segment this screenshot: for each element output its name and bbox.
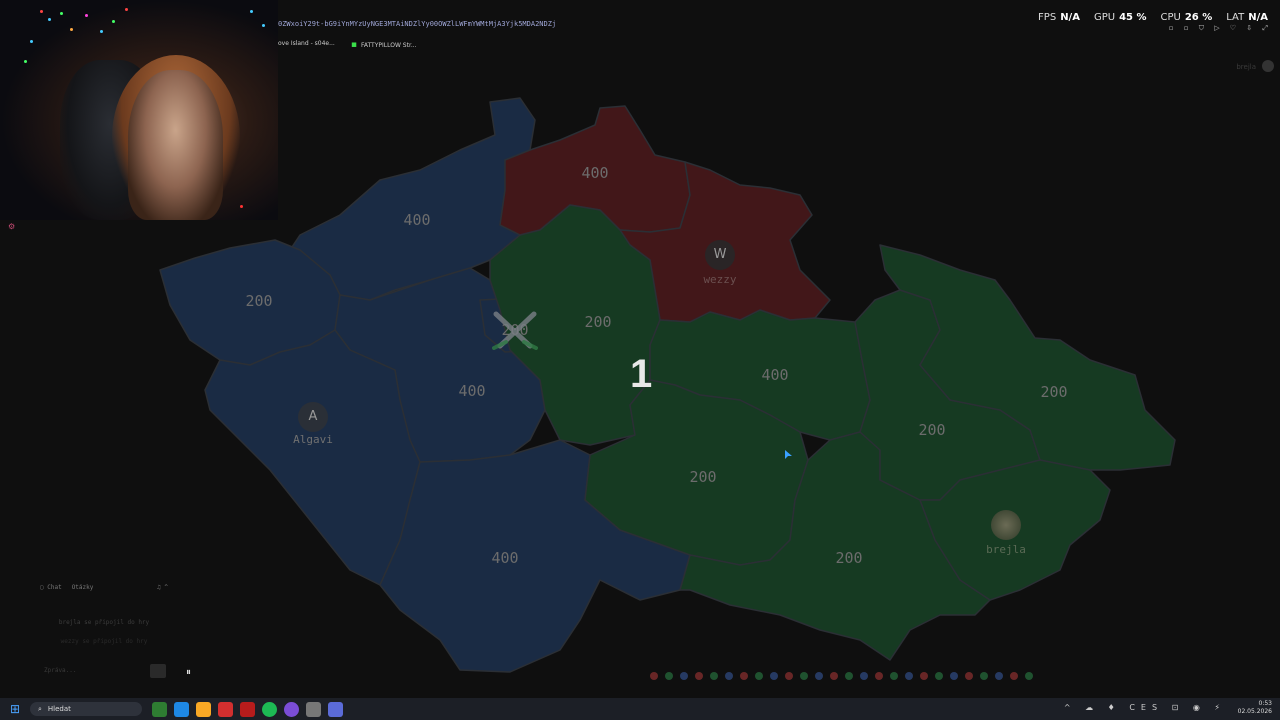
region-value-moravskoslezsky: 200 (1040, 383, 1067, 401)
region-value-praha: 200 (584, 313, 611, 331)
region-value-liberecky: 400 (403, 211, 430, 229)
taskbar-search[interactable]: ⌕ Hledat (30, 702, 142, 716)
player-avatar-brejla[interactable] (991, 510, 1021, 540)
spotify-app-icon[interactable] (262, 701, 277, 717)
player-dot (950, 672, 958, 680)
region-value-olomoucky: 200 (918, 421, 945, 439)
messenger-app-icon[interactable] (284, 701, 299, 717)
start-button-icon[interactable]: ⊞ (0, 702, 30, 716)
crossed-swords-icon (492, 311, 538, 350)
player-dot (650, 672, 658, 680)
player-dot (845, 672, 853, 680)
player-dot (695, 672, 703, 680)
player-dot (905, 672, 913, 680)
player-name-brejla: brejla (986, 543, 1026, 556)
player-dot (740, 672, 748, 680)
clock-date: 02.05.2026 (1237, 708, 1272, 715)
player-dot (830, 672, 838, 680)
player-dot (680, 672, 688, 680)
player-name-algavi: Algavi (293, 433, 333, 446)
player-dot (1025, 672, 1033, 680)
tool-app-icon[interactable] (306, 701, 321, 717)
player-marker-wezzy[interactable]: W (705, 240, 735, 270)
player-dot (860, 672, 868, 680)
taskbar-clock[interactable]: 0:53 02.05.2026 (1238, 700, 1272, 716)
player-dot (1010, 672, 1018, 680)
chat-message: brejla se připojil do hry (58, 619, 150, 626)
player-dot (890, 672, 898, 680)
region-value-stredocesky: 400 (458, 382, 485, 400)
tab-otazky[interactable]: Otázky (72, 584, 94, 591)
opera-app-icon[interactable] (218, 701, 233, 717)
player-dot (725, 672, 733, 680)
chat-panel: Chat Otázky ♫ ^ brejla se připojil do hr… (36, 582, 172, 682)
region-value-ustecky: 400 (581, 164, 608, 182)
chat-message: wezzy se připojil do hry (60, 638, 148, 645)
system-tray-icons[interactable]: ^ ☁ ♦ CES ⊡ ◉ ⚡ (1064, 703, 1226, 712)
explorer-app-icon[interactable] (196, 701, 211, 717)
player-marker-algavi[interactable]: A (298, 402, 328, 432)
region-plzensky[interactable] (204, 329, 421, 586)
player-dot (935, 672, 943, 680)
search-icon: ⌕ (38, 704, 42, 713)
region-value-karlovarsky: 200 (245, 292, 272, 310)
windows-taskbar: ⊞ ⌕ Hledat ^ ☁ ♦ CES ⊡ ◉ ⚡ 0:53 02.05.20… (0, 698, 1280, 720)
player-dot (755, 672, 763, 680)
region-value-vysocina: 200 (689, 468, 716, 486)
language-indicator[interactable]: CES (1129, 703, 1163, 712)
player-dot (770, 672, 778, 680)
region-value-jihocesky: 400 (491, 549, 518, 567)
chat-bell-icon[interactable]: ♫ ^ (157, 584, 168, 591)
player-dot (785, 672, 793, 680)
chat-send-button[interactable] (150, 664, 166, 678)
player-dot (920, 672, 928, 680)
xbox-app-icon[interactable] (152, 701, 167, 717)
player-dots-row (650, 672, 1033, 680)
player-dot (665, 672, 673, 680)
edge-app-icon[interactable] (174, 701, 189, 717)
region-value-jihomoravsky: 200 (835, 549, 862, 567)
chat-input[interactable]: Zpráva... (36, 664, 144, 678)
player-dot (965, 672, 973, 680)
player-dot (815, 672, 823, 680)
player-dot (995, 672, 1003, 680)
clock-time: 0:53 (1258, 700, 1272, 707)
taskbar-apps (152, 701, 343, 717)
player-dot (710, 672, 718, 680)
region-value-vysocina-north: 400 (761, 366, 788, 384)
active-app-icon[interactable] (328, 701, 343, 717)
round-number: 1 (630, 352, 653, 396)
player-name-wezzy: wezzy (703, 273, 737, 286)
tab-chat[interactable]: Chat (40, 584, 61, 591)
media-app-icon[interactable] (240, 701, 255, 717)
taskbar-search-label: Hledat (47, 705, 71, 713)
mouse-cursor-icon (785, 450, 792, 459)
player-dot (980, 672, 988, 680)
player-dot (875, 672, 883, 680)
pause-icon[interactable]: ⏸ (186, 667, 191, 678)
player-dot (800, 672, 808, 680)
